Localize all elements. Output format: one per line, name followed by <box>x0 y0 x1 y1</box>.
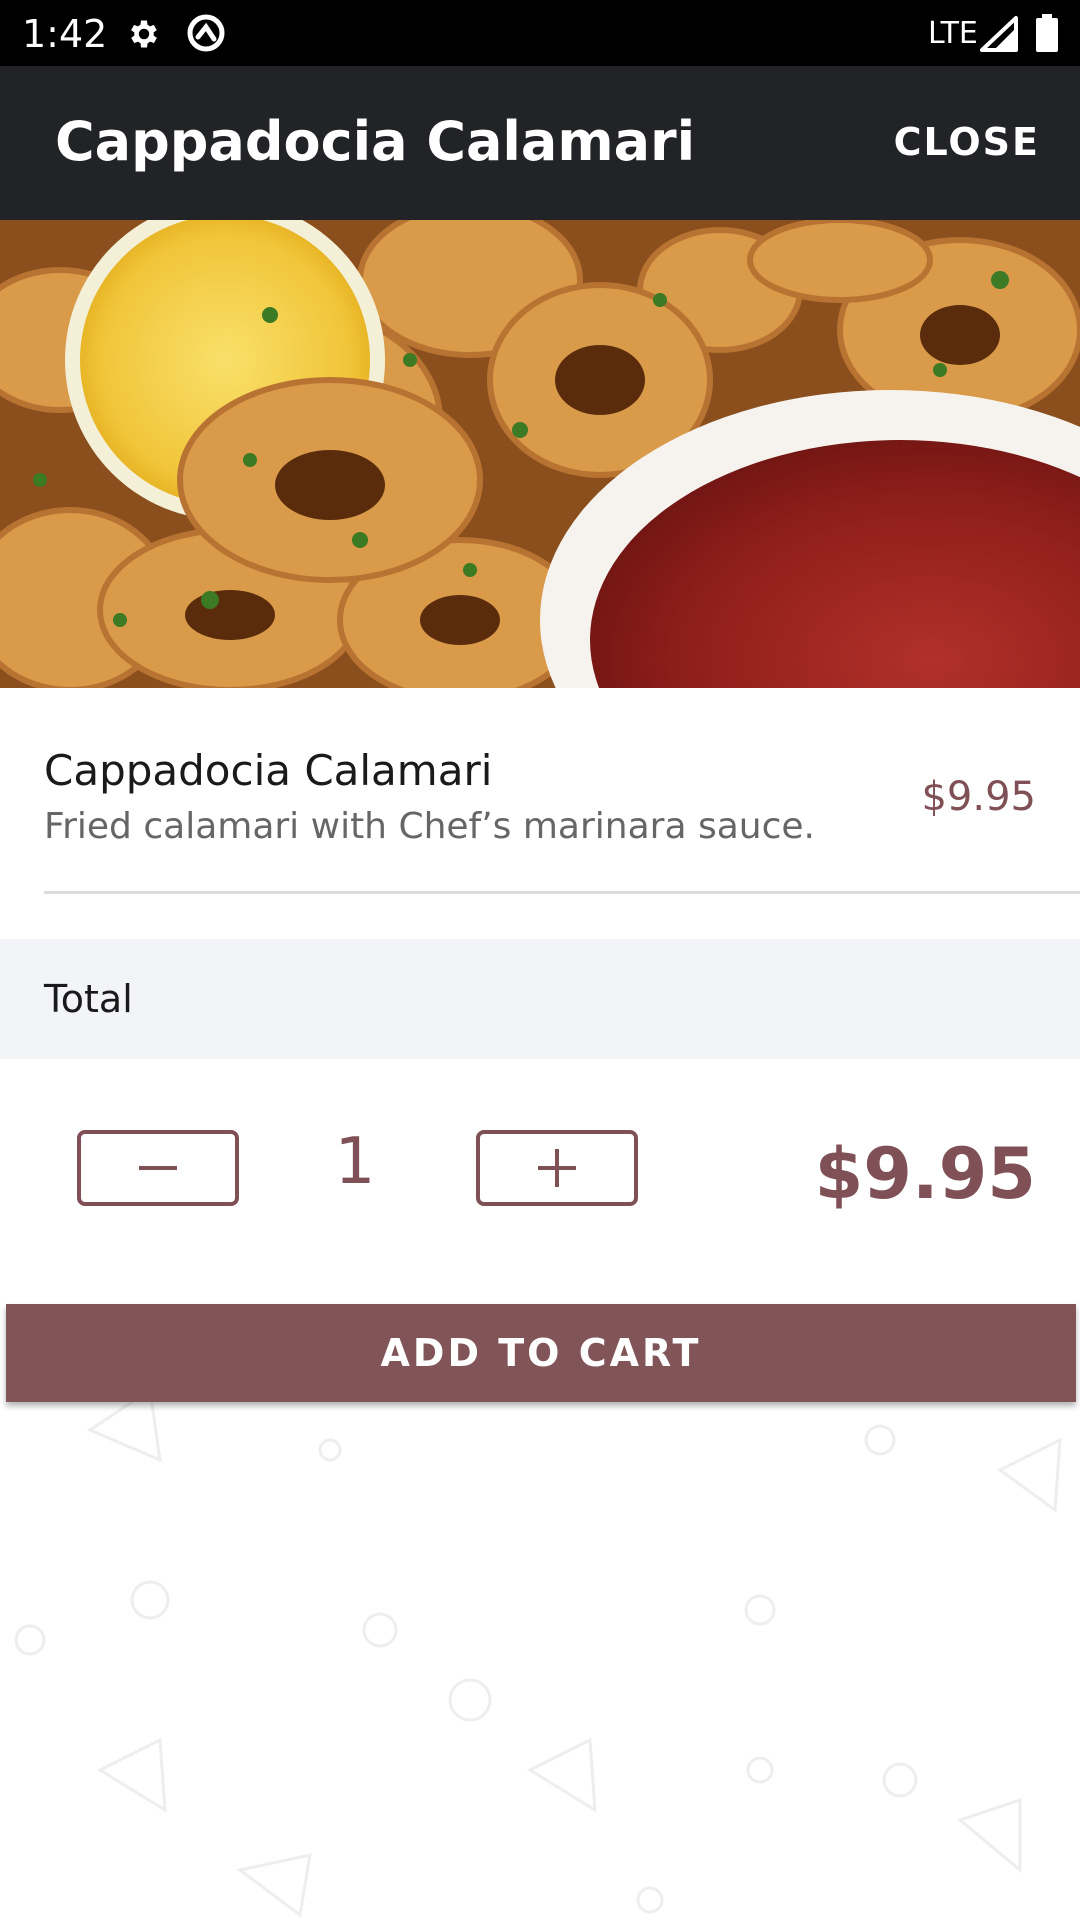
total-label: Total <box>44 977 133 1021</box>
sync-icon <box>187 14 225 52</box>
minus-icon <box>139 1166 177 1170</box>
item-description: Fried calamari with Chef’s marinara sauc… <box>44 806 815 847</box>
increase-quantity-button[interactable] <box>476 1130 638 1206</box>
decrease-quantity-button[interactable] <box>77 1130 239 1206</box>
plus-icon <box>538 1149 576 1187</box>
signal-icon <box>980 16 1018 52</box>
total-price: $9.95 <box>814 1133 1036 1215</box>
page-title: Cappadocia Calamari <box>55 110 696 173</box>
status-time: 1:42 <box>22 12 108 56</box>
gear-icon <box>131 20 157 48</box>
item-name: Cappadocia Calamari <box>44 746 493 795</box>
app-bar: Cappadocia Calamari CLOSE <box>0 66 1080 220</box>
network-type: LTE <box>928 16 978 51</box>
status-bar: 1:42 LTE <box>0 0 1080 66</box>
divider <box>44 891 1080 894</box>
total-section-header: Total <box>0 939 1080 1059</box>
close-button[interactable]: CLOSE <box>894 120 1040 164</box>
quantity-value: 1 <box>334 1125 376 1199</box>
add-to-cart-button[interactable]: ADD TO CART <box>6 1304 1076 1402</box>
item-price: $9.95 <box>921 774 1036 820</box>
item-photo <box>0 220 1080 688</box>
battery-icon <box>1036 14 1058 52</box>
menu-item-details: Cappadocia Calamari Fried calamari with … <box>0 688 1080 893</box>
